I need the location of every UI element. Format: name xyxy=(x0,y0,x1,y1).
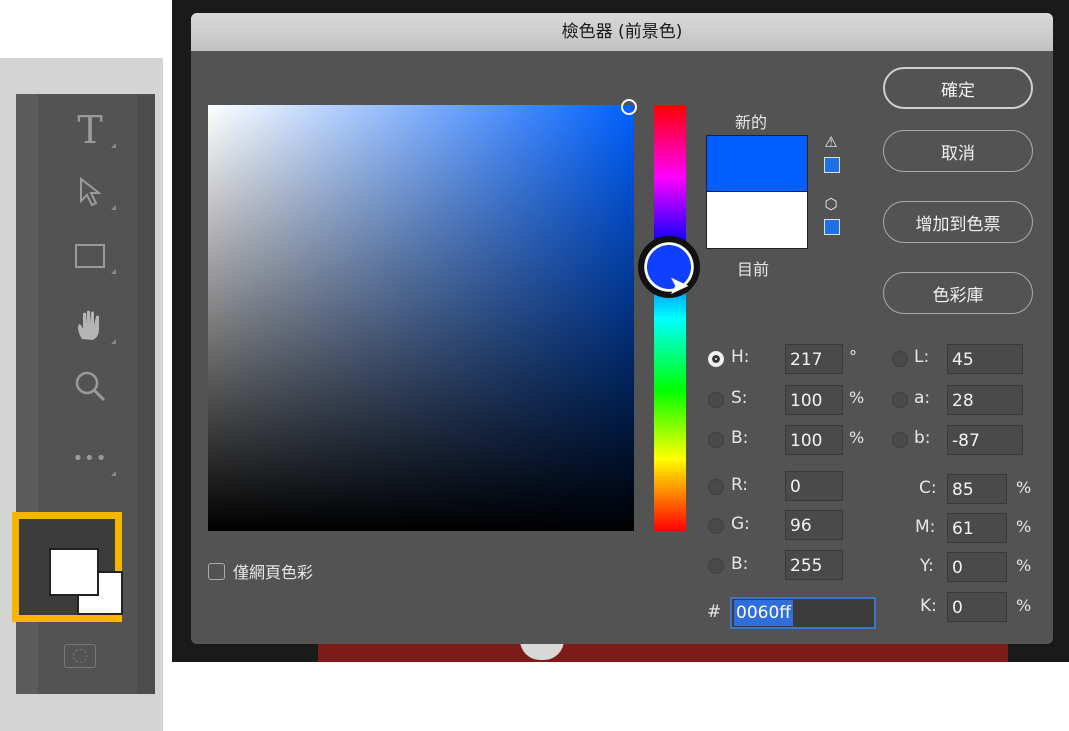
path-selection-tool-icon[interactable] xyxy=(68,170,116,214)
type-tool-icon[interactable]: T xyxy=(68,108,116,152)
k-unit: % xyxy=(1016,596,1032,615)
b-lab-field[interactable]: -87 xyxy=(947,425,1023,455)
quick-mask-icon[interactable] xyxy=(64,644,96,668)
web-safe-cube-icon[interactable]: ⬡ xyxy=(822,195,840,213)
m-label: M: xyxy=(915,517,936,537)
y-field[interactable]: 0 xyxy=(947,552,1007,582)
hue-slider[interactable] xyxy=(654,105,686,531)
dialog-title: 檢色器 (前景色) xyxy=(191,13,1053,51)
blue-field[interactable]: 255 xyxy=(785,550,843,580)
y-label: Y: xyxy=(920,556,934,576)
type-glyph: T xyxy=(77,108,103,152)
foreground-color-swatch[interactable] xyxy=(49,548,99,596)
rectangle-tool-icon[interactable] xyxy=(68,234,116,278)
add-to-swatches-button[interactable]: 增加到色票 xyxy=(883,201,1033,243)
more-tools-icon[interactable]: ••• xyxy=(68,436,116,480)
hex-value: 0060ff xyxy=(734,600,793,626)
color-picker-dialog: 檢色器 (前景色) ➤ 新的 目前 ⚠ ⬡ 確定 取消 增加到色票 色彩庫 H:… xyxy=(191,13,1053,644)
a-label: a: xyxy=(914,388,931,408)
web-safe-color-swatch[interactable] xyxy=(824,219,840,235)
radio-s[interactable] xyxy=(708,392,724,408)
s-label: S: xyxy=(731,388,748,408)
a-field[interactable]: 28 xyxy=(947,385,1023,415)
arrow-icon xyxy=(80,177,102,207)
web-colors-only-option[interactable]: 僅網頁色彩 xyxy=(208,559,313,583)
saturation-brightness-field[interactable] xyxy=(208,105,634,531)
quick-mask-circle xyxy=(73,649,87,663)
h-field[interactable]: 217 xyxy=(785,344,843,374)
m-unit: % xyxy=(1016,517,1032,536)
k-field[interactable]: 0 xyxy=(947,592,1007,622)
gamut-color-swatch[interactable] xyxy=(824,157,840,173)
hex-input[interactable]: 0060ff xyxy=(730,597,876,629)
magnifier-icon xyxy=(75,371,106,402)
radio-brightness[interactable] xyxy=(708,432,724,448)
c-unit: % xyxy=(1016,478,1032,497)
radio-g[interactable] xyxy=(708,518,724,534)
h-label: H: xyxy=(731,347,750,367)
s-field[interactable]: 100 xyxy=(785,385,843,415)
blue-label: B: xyxy=(731,554,749,574)
new-color-swatch xyxy=(706,135,808,193)
color-swatches-highlight xyxy=(12,512,123,622)
brightness-field[interactable]: 100 xyxy=(785,425,843,455)
color-libraries-button[interactable]: 色彩庫 xyxy=(883,272,1033,314)
radio-a[interactable] xyxy=(892,392,908,408)
mouse-cursor-icon: ➤ xyxy=(668,271,690,301)
current-label: 目前 xyxy=(737,260,770,279)
h-unit: ° xyxy=(849,347,857,366)
toolbar-right-strip xyxy=(137,94,155,694)
rectangle-icon xyxy=(75,244,105,268)
l-field[interactable]: 45 xyxy=(947,344,1023,374)
radio-r[interactable] xyxy=(708,479,724,495)
r-field[interactable]: 0 xyxy=(785,471,843,501)
c-field[interactable]: 85 xyxy=(947,474,1007,504)
g-field[interactable]: 96 xyxy=(785,510,843,540)
new-label: 新的 xyxy=(735,113,768,132)
b-lab-label: b: xyxy=(914,428,931,448)
l-label: L: xyxy=(914,347,930,367)
m-field[interactable]: 61 xyxy=(947,513,1007,543)
zoom-tool-icon[interactable] xyxy=(68,364,112,408)
web-colors-only-label: 僅網頁色彩 xyxy=(233,563,314,582)
radio-h[interactable] xyxy=(708,351,724,367)
color-field-handle[interactable] xyxy=(621,99,637,115)
more-glyph: ••• xyxy=(72,447,108,469)
y-unit: % xyxy=(1016,556,1032,575)
radio-l[interactable] xyxy=(892,351,908,367)
current-color-swatch[interactable] xyxy=(706,191,808,249)
s-unit: % xyxy=(849,388,865,407)
web-colors-only-checkbox[interactable] xyxy=(208,562,225,580)
brightness-unit: % xyxy=(849,428,865,447)
ok-button[interactable]: 確定 xyxy=(883,67,1033,109)
c-label: C: xyxy=(919,478,937,498)
brightness-label: B: xyxy=(731,428,749,448)
radio-b-lab[interactable] xyxy=(892,432,908,448)
hand-tool-icon[interactable] xyxy=(68,304,116,348)
hand-icon xyxy=(78,310,99,340)
hex-label: # xyxy=(707,602,722,622)
out-of-gamut-warning-icon[interactable]: ⚠ xyxy=(822,133,840,151)
cancel-button[interactable]: 取消 xyxy=(883,130,1033,172)
r-label: R: xyxy=(731,475,749,495)
k-label: K: xyxy=(920,596,937,616)
radio-blue[interactable] xyxy=(708,558,724,574)
g-label: G: xyxy=(731,514,750,534)
